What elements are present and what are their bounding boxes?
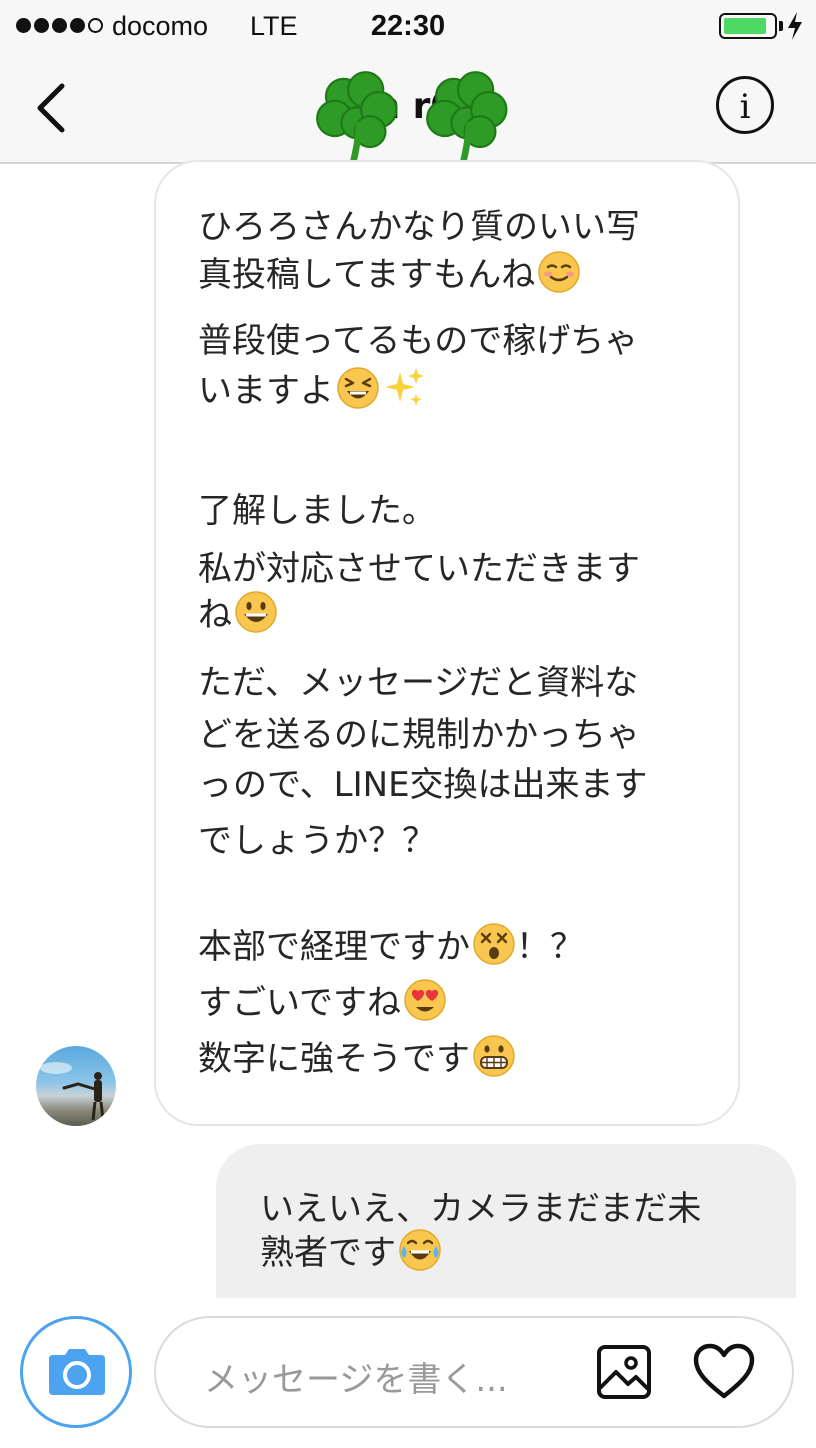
message-line: ひろろさんかなり質のいい写 xyxy=(198,207,640,247)
sparkles-emoji-icon xyxy=(385,368,424,406)
battery-icon xyxy=(719,13,777,39)
message-line: 普段使ってるもので稼げちゃ xyxy=(198,321,639,361)
charging-bolt-icon xyxy=(788,12,802,40)
avatar-person-silhouette-icon xyxy=(40,1062,105,1121)
camera-icon xyxy=(49,1349,105,1395)
info-button[interactable]: i xyxy=(716,76,774,134)
incoming-message-bubble[interactable]: ひろろさんかなり質のいい写 真投稿してますもんね 普段使ってるもので稼げちゃ い… xyxy=(154,160,740,1126)
tears-of-joy-emoji-icon xyxy=(399,1229,441,1271)
image-icon[interactable] xyxy=(596,1344,652,1400)
battery-tip xyxy=(779,21,783,31)
laughing-face-emoji-icon xyxy=(337,367,379,409)
message-line: ただ、メッセージだと資料な xyxy=(198,663,639,703)
message-line: ね xyxy=(198,588,278,642)
grinning-face-emoji-icon xyxy=(235,591,277,633)
grimacing-face-emoji-icon xyxy=(473,1035,515,1077)
message-line: 熟者です xyxy=(260,1228,442,1278)
chat-header: h r0 i xyxy=(0,52,816,180)
message-composer: メッセージを書く... xyxy=(0,1298,816,1448)
status-bar: docomo LTE 22:30 xyxy=(0,0,816,52)
message-input-placeholder: メッセージを書く... xyxy=(204,1360,508,1400)
message-input[interactable]: メッセージを書く... xyxy=(154,1316,794,1428)
chat-title[interactable]: h r0 xyxy=(310,68,520,180)
message-line: 本部で経理ですか！？ xyxy=(198,920,584,974)
contact-avatar[interactable] xyxy=(36,1046,116,1126)
message-line: いますよ xyxy=(198,364,426,418)
back-chevron-icon[interactable] xyxy=(28,80,76,136)
message-line: 了解しました。 xyxy=(198,491,436,531)
message-line: どを送るのに規制かかっちゃ xyxy=(198,715,640,755)
info-icon: i xyxy=(739,87,751,127)
camera-button[interactable] xyxy=(20,1316,132,1428)
astonished-face-emoji-icon xyxy=(473,923,515,965)
outgoing-message-bubble[interactable]: いえいえ、カメラまだまだ未 熟者です xyxy=(216,1144,796,1304)
clock: 22:30 xyxy=(370,10,446,42)
message-line: でしょうか？？ xyxy=(198,821,436,861)
message-line: 数字に強そうです xyxy=(198,1032,516,1086)
heart-icon[interactable] xyxy=(692,1342,756,1402)
heart-eyes-emoji-icon xyxy=(404,979,446,1021)
message-line: いえいえ、カメラまだまだ未 xyxy=(260,1189,702,1229)
message-line: すごいですね xyxy=(198,976,447,1030)
message-line: っので、LINE交換は出来ます xyxy=(198,765,648,805)
message-line: 真投稿してますもんね xyxy=(198,248,581,302)
relieved-face-emoji-icon xyxy=(538,251,581,293)
